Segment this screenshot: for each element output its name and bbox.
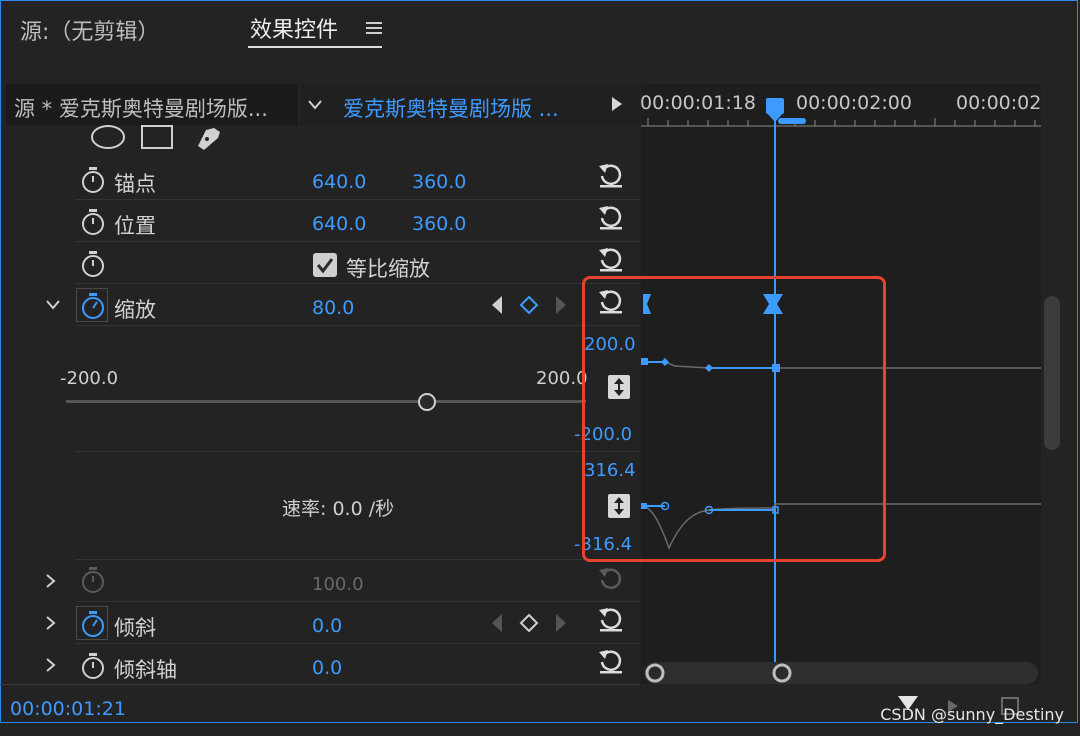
- anchor-y-value[interactable]: 360.0: [412, 171, 466, 193]
- reset-icon: [599, 568, 622, 589]
- row-divider: [76, 601, 640, 602]
- chevron-right-icon[interactable]: [44, 572, 58, 590]
- add-keyframe-icon[interactable]: [519, 613, 539, 633]
- horizontal-scrollbar[interactable]: [644, 662, 1038, 684]
- chevron-down-icon[interactable]: [306, 98, 324, 112]
- velocity-rate-text: 速率: 0.0 /秒: [282, 498, 395, 520]
- current-timecode[interactable]: 00:00:01:21: [10, 698, 126, 720]
- reset-icon[interactable]: [596, 604, 626, 634]
- mask-tools: [91, 125, 220, 150]
- tab-effect-controls[interactable]: 效果控件: [250, 12, 338, 44]
- rectangle-mask-icon[interactable]: [141, 125, 173, 149]
- highlight-annotation: [582, 276, 886, 562]
- prev-keyframe-icon[interactable]: [492, 296, 502, 314]
- stopwatch-icon: [82, 567, 104, 593]
- vertical-scrollbar[interactable]: [1044, 296, 1060, 450]
- pen-tool-icon[interactable]: [198, 128, 220, 150]
- scale-value[interactable]: 80.0: [312, 297, 354, 319]
- position-y-value[interactable]: 360.0: [412, 213, 466, 235]
- keyframe-nav: [492, 613, 566, 633]
- tab-source[interactable]: 源:（无剪辑）: [20, 14, 159, 46]
- panel-bottom-divider: [0, 684, 640, 685]
- row-divider: [76, 451, 640, 452]
- uniform-scale-label: 等比缩放: [346, 257, 430, 281]
- play-triangle-icon[interactable]: [610, 95, 624, 113]
- reset-icon[interactable]: [596, 244, 626, 274]
- stopwatch-icon[interactable]: [80, 250, 106, 278]
- skew-value[interactable]: 0.0: [312, 615, 342, 637]
- anchor-x-value[interactable]: 640.0: [312, 171, 366, 193]
- scroll-handle-left[interactable]: [644, 662, 666, 684]
- stopwatch-icon[interactable]: [80, 652, 106, 680]
- ellipse-mask-icon[interactable]: [91, 125, 125, 149]
- next-keyframe-icon[interactable]: [556, 296, 566, 314]
- source-clip-selector[interactable]: 源 * 爱克斯奥特曼剧场版...: [14, 93, 268, 123]
- row-divider: [76, 241, 640, 242]
- add-keyframe-icon[interactable]: [519, 295, 539, 315]
- time-ruler-ticks: [641, 118, 1041, 127]
- skew-axis-value[interactable]: 0.0: [312, 657, 342, 679]
- chevron-down-icon[interactable]: [44, 298, 62, 312]
- chevron-right-icon[interactable]: [44, 656, 58, 674]
- scale-label: 缩放: [114, 298, 156, 322]
- reset-icon[interactable]: [596, 160, 626, 190]
- width-value: 100.0: [312, 574, 364, 595]
- reset-icon[interactable]: [596, 202, 626, 232]
- prev-keyframe-icon[interactable]: [492, 614, 502, 632]
- anchor-label: 锚点: [114, 172, 156, 196]
- stopwatch-active-icon[interactable]: [80, 610, 106, 638]
- keyframe-nav: [492, 295, 566, 315]
- uniform-scale-checkbox[interactable]: [312, 252, 338, 278]
- scale-slider-track[interactable]: [66, 400, 586, 403]
- skew-label: 倾斜: [114, 616, 156, 640]
- slider-max-label: 200.0: [536, 368, 588, 389]
- reset-icon[interactable]: [596, 646, 626, 676]
- scale-slider-thumb[interactable]: [417, 392, 437, 412]
- position-label: 位置: [114, 214, 156, 238]
- row-divider: [76, 199, 640, 200]
- watermark: CSDN @sunny_Destiny: [880, 705, 1064, 724]
- slider-min-label: -200.0: [60, 368, 119, 389]
- panel-menu-icon[interactable]: [366, 22, 382, 34]
- skew-axis-label: 倾斜轴: [114, 658, 177, 682]
- active-tab-underline: [248, 46, 382, 48]
- row-divider: [76, 325, 640, 326]
- stopwatch-active-icon[interactable]: [80, 292, 106, 320]
- stopwatch-icon[interactable]: [80, 208, 106, 236]
- active-clip-name[interactable]: 爱克斯奥特曼剧场版 ...: [343, 93, 559, 123]
- scroll-handle-right[interactable]: [771, 662, 793, 684]
- row-divider: [76, 559, 640, 560]
- position-x-value[interactable]: 640.0: [312, 213, 366, 235]
- row-divider: [76, 643, 640, 644]
- next-keyframe-icon[interactable]: [556, 614, 566, 632]
- chevron-right-icon[interactable]: [44, 614, 58, 632]
- row-divider: [76, 283, 640, 284]
- stopwatch-icon[interactable]: [80, 166, 106, 194]
- playhead-icon[interactable]: [762, 96, 810, 128]
